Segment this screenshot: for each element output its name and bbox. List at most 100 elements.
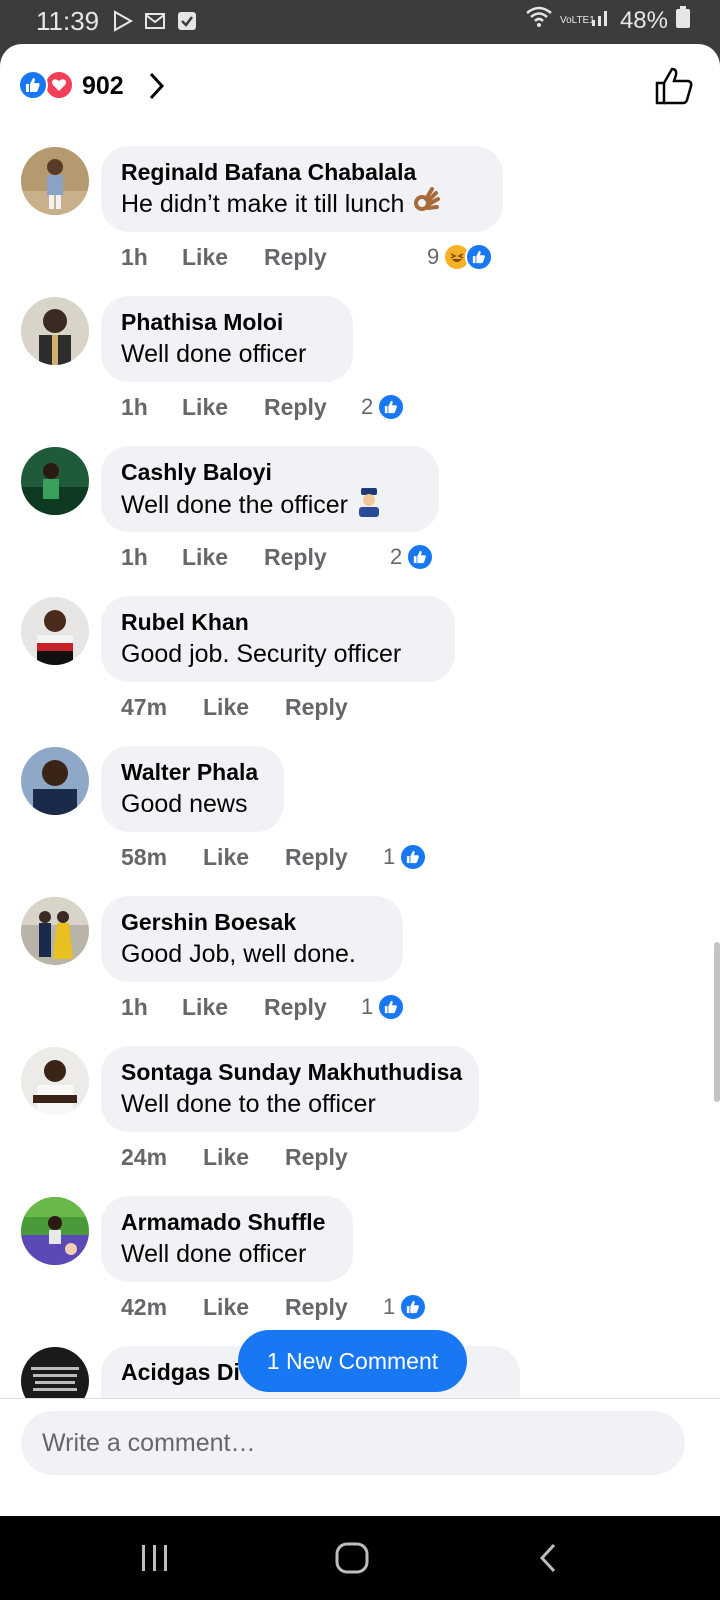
like-reaction-icon — [406, 543, 435, 571]
back-icon[interactable] — [536, 1542, 560, 1579]
comment-reaction-summary[interactable]: 2 — [390, 542, 435, 572]
comment-bubble[interactable]: Walter Phala Good news — [101, 746, 284, 832]
like-link[interactable]: Like — [182, 544, 228, 571]
comment-bubble[interactable]: Cashly Baloyi Well done the officer — [101, 446, 439, 532]
signal-icon — [590, 6, 612, 35]
comment-bubble[interactable]: Armamado Shuffle Well done officer — [101, 1196, 353, 1282]
like-reaction-icon — [399, 843, 428, 871]
comment-text: Well done to the officer — [121, 1090, 376, 1118]
comment-bubble[interactable]: Phathisa Moloi Well done officer — [101, 296, 353, 382]
like-link[interactable]: Like — [203, 844, 249, 871]
comment-text: Well done officer — [121, 340, 307, 368]
avatar[interactable] — [21, 147, 89, 215]
reaction-count[interactable]: 902 — [82, 72, 124, 101]
comment-bubble[interactable]: Gershin Boesak Good Job, well done. — [101, 896, 403, 982]
comment-reaction-summary[interactable]: 1 — [383, 842, 428, 872]
like-link[interactable]: Like — [203, 694, 249, 721]
status-right: VoLTE1 48% — [526, 6, 690, 35]
comment-reaction-summary[interactable]: 9 — [427, 242, 494, 272]
comment-reaction-summary[interactable]: 1 — [361, 992, 406, 1022]
comment-text: He didn’t make it till lunch — [121, 187, 483, 224]
like-button-icon[interactable] — [654, 66, 694, 106]
recent-apps-icon[interactable] — [140, 1542, 170, 1579]
avatar[interactable] — [21, 447, 89, 515]
reaction-count: 1 — [361, 994, 374, 1019]
comment-composer: Write a comment… — [0, 1398, 720, 1516]
reaction-count: 1 — [383, 1294, 396, 1319]
comment-reaction-summary[interactable]: 2 — [361, 392, 406, 422]
like-reaction-icon — [377, 993, 406, 1021]
commenter-name[interactable]: Gershin Boesak — [121, 907, 383, 937]
reaction-count: 9 — [427, 244, 440, 269]
comment-time: 1h — [121, 544, 148, 570]
play-store-icon — [112, 10, 134, 32]
like-reaction-icon — [18, 70, 48, 100]
scrollbar[interactable] — [714, 942, 720, 1102]
reply-link[interactable]: Reply — [285, 694, 348, 721]
comment-text-body: He didn’t make it till lunch — [121, 190, 405, 219]
reaction-count: 2 — [390, 544, 403, 569]
comment-item: Reginald Bafana Chabalala He didn’t make… — [0, 146, 720, 296]
like-link[interactable]: Like — [203, 1144, 249, 1171]
commenter-name[interactable]: Phathisa Moloi — [121, 307, 333, 337]
comment-time: 24m — [121, 1144, 168, 1170]
reaction-count: 2 — [361, 394, 374, 419]
comment-bubble[interactable]: Rubel Khan Good job. Security officer — [101, 596, 455, 682]
reactions-header[interactable]: 902 — [0, 44, 720, 126]
comment-reaction-summary[interactable]: 1 — [383, 1292, 428, 1322]
avatar[interactable] — [21, 297, 89, 365]
reply-link[interactable]: Reply — [264, 244, 327, 271]
like-link[interactable]: Like — [203, 1294, 249, 1321]
comment-item: Gershin Boesak Good Job, well done. 1h L… — [0, 896, 720, 1046]
new-comment-button[interactable]: 1 New Comment — [238, 1330, 467, 1392]
mail-icon — [144, 10, 166, 32]
reply-link[interactable]: Reply — [264, 994, 327, 1021]
commenter-name[interactable]: Reginald Bafana Chabalala — [121, 157, 483, 187]
commenter-name[interactable]: Sontaga Sunday Makhuthudisa — [121, 1057, 462, 1087]
commenter-name[interactable]: Walter Phala — [121, 757, 264, 787]
home-icon[interactable] — [334, 1542, 370, 1579]
avatar[interactable] — [21, 597, 89, 665]
reply-link[interactable]: Reply — [285, 1294, 348, 1321]
comment-bubble[interactable]: Reginald Bafana Chabalala He didn’t make… — [101, 146, 503, 232]
comments-sheet: 902 Reginald Bafana Chabalala He didn’t … — [0, 44, 720, 1516]
avatar[interactable] — [21, 1047, 89, 1115]
comment-item: Sontaga Sunday Makhuthudisa Well done to… — [0, 1046, 720, 1196]
system-nav-bar — [0, 1516, 720, 1600]
comment-item: Phathisa Moloi Well done officer 1h Like… — [0, 296, 720, 446]
like-link[interactable]: Like — [182, 994, 228, 1021]
reaction-count: 1 — [383, 844, 396, 869]
comment-text: Good Job, well done. — [121, 940, 356, 968]
reply-link[interactable]: Reply — [285, 1144, 348, 1171]
avatar[interactable] — [21, 897, 89, 965]
comment-item: Armamado Shuffle Well done officer 42m L… — [0, 1196, 720, 1346]
comment-time: 1h — [121, 244, 148, 270]
commenter-name[interactable]: Rubel Khan — [121, 607, 435, 637]
status-time: 11:39 — [36, 6, 100, 36]
reply-link[interactable]: Reply — [264, 394, 327, 421]
comment-item: Cashly Baloyi Well done the officer 1h L… — [0, 446, 720, 596]
comment-item: Rubel Khan Good job. Security officer 47… — [0, 596, 720, 746]
avatar[interactable] — [21, 1197, 89, 1265]
comment-text: Good news — [121, 790, 248, 818]
reply-link[interactable]: Reply — [285, 844, 348, 871]
notification-icons — [112, 10, 198, 32]
volte-label: VoLTE1 — [559, 14, 595, 26]
comment-input[interactable]: Write a comment… — [21, 1411, 685, 1475]
comment-item: Walter Phala Good news 58m Like Reply 1 — [0, 746, 720, 896]
like-reaction-icon — [465, 243, 494, 271]
comment-text-body: Well done the officer — [121, 491, 348, 520]
avatar[interactable] — [21, 747, 89, 815]
like-link[interactable]: Like — [182, 394, 228, 421]
commenter-name[interactable]: Armamado Shuffle — [121, 1207, 333, 1237]
battery-icon — [676, 6, 690, 35]
checkbox-icon — [176, 10, 198, 32]
reply-link[interactable]: Reply — [264, 544, 327, 571]
comment-text: Well done officer — [121, 1240, 307, 1268]
wifi-icon — [526, 6, 552, 35]
commenter-name[interactable]: Cashly Baloyi — [121, 457, 419, 487]
status-bar: 11:39 VoLTE1 48% — [0, 0, 720, 44]
like-link[interactable]: Like — [182, 244, 228, 271]
chevron-right-icon[interactable] — [146, 70, 168, 102]
comment-bubble[interactable]: Sontaga Sunday Makhuthudisa Well done to… — [101, 1046, 479, 1132]
